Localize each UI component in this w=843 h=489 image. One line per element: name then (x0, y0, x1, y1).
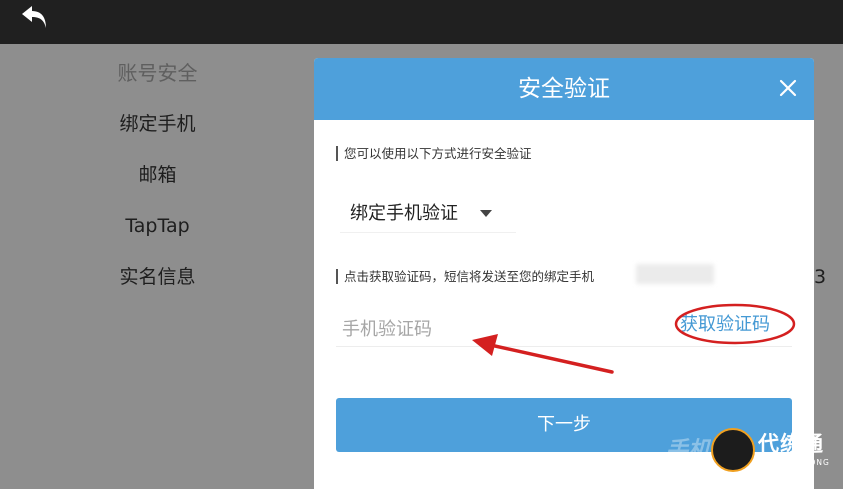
back-button[interactable] (18, 2, 52, 32)
verification-method-select[interactable]: 绑定手机验证 (340, 196, 516, 233)
watermark-badge: 代练通 DAI LIAN TONG (704, 418, 843, 489)
close-button[interactable] (776, 76, 800, 100)
masked-phone-number (636, 264, 714, 284)
menu-title: 账号安全 (117, 61, 198, 85)
code-input-row: 获取验证码 (336, 303, 796, 374)
watermark-subtitle: DAI LIAN TONG (760, 458, 830, 467)
menu-item-bind-phone[interactable]: 绑定手机 (60, 107, 255, 158)
send-code-instruction: 点击获取验证码，短信将发送至您的绑定手机 (336, 269, 594, 284)
menu-item-real-name[interactable]: 实名信息 (60, 260, 255, 311)
partial-value-text: 3 (814, 266, 827, 288)
close-icon (779, 79, 797, 97)
back-arrow-icon (22, 6, 46, 28)
menu-item-email[interactable]: 邮箱 (60, 158, 255, 209)
account-security-menu: 账号安全 绑定手机 邮箱 TapTap 实名信息 (60, 56, 255, 311)
watermark-logo (711, 428, 755, 472)
dropdown-caret-icon (480, 210, 492, 217)
sms-code-input[interactable] (336, 314, 602, 344)
method-select-value: 绑定手机验证 (350, 203, 458, 224)
watermark-brand: 代练通 (758, 432, 824, 456)
menu-item-taptap[interactable]: TapTap (60, 209, 255, 260)
get-code-button[interactable]: 获取验证码 (680, 310, 770, 336)
verification-methods-label: 您可以使用以下方式进行安全验证 (336, 146, 532, 161)
dialog-title: 安全验证 (518, 76, 610, 102)
dialog-header: 安全验证 (314, 58, 814, 120)
top-bar (0, 0, 843, 44)
